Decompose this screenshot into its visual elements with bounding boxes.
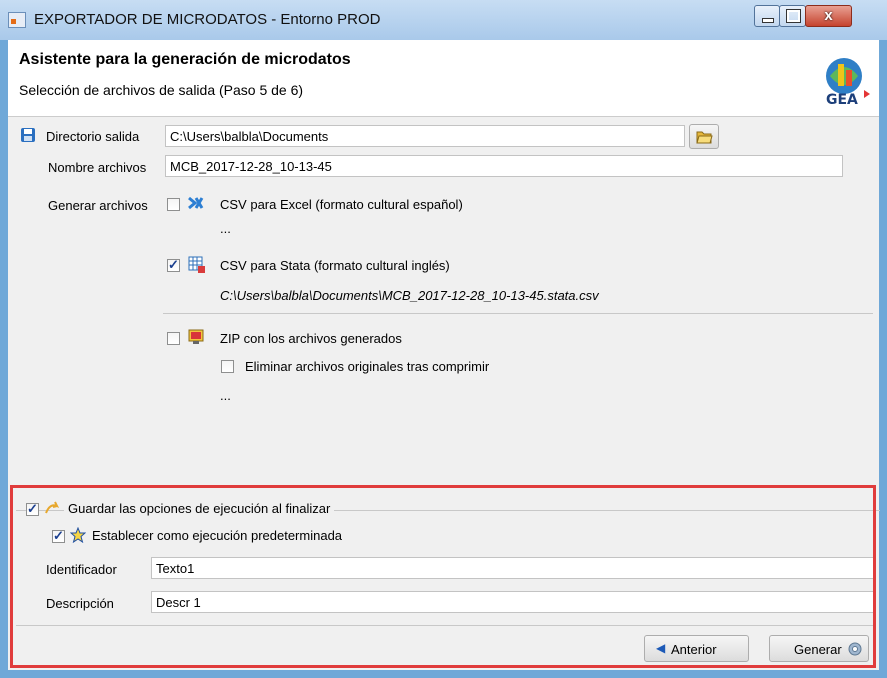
title-bar[interactable]: EXPORTADOR DE MICRODATOS - Entorno PROD … (0, 0, 887, 40)
csv-stata-output-path: C:\Users\balbla\Documents\MCB_2017-12-28… (220, 288, 599, 303)
delete-originals-checkbox[interactable] (221, 360, 234, 373)
csv-excel-detail: ... (220, 221, 231, 236)
maximize-icon (786, 9, 801, 23)
highlight-box (10, 485, 876, 668)
gea-logo: GEA (826, 58, 870, 108)
output-dir-input[interactable]: C:\Users\balbla\Documents (165, 125, 685, 147)
maximize-button[interactable] (779, 5, 806, 27)
zip-label: ZIP con los archivos generados (220, 331, 402, 346)
wizard-header: Asistente para la generación de microdat… (8, 40, 879, 117)
save-disk-icon (21, 128, 35, 142)
options-separator (163, 313, 873, 314)
file-name-input[interactable]: MCB_2017-12-28_10-13-45 (165, 155, 843, 177)
minimize-button[interactable] (754, 5, 780, 27)
generate-files-label: Generar archivos (48, 198, 148, 213)
wizard-step-subtitle: Selección de archivos de salida (Paso 5 … (19, 82, 304, 98)
zip-archive-icon (188, 329, 204, 344)
csv-excel-label: CSV para Excel (formato cultural español… (220, 197, 463, 212)
excel-icon (188, 196, 204, 210)
file-name-label: Nombre archivos (48, 160, 147, 175)
close-icon: x (824, 7, 833, 24)
wizard-client-area: Asistente para la generación de microdat… (8, 40, 880, 670)
minimize-icon (762, 18, 774, 23)
svg-text:GEA: GEA (826, 92, 858, 108)
output-dir-label: Directorio salida (46, 129, 140, 144)
window-title: EXPORTADOR DE MICRODATOS - Entorno PROD (34, 11, 381, 28)
csv-stata-label: CSV para Stata (formato cultural inglés) (220, 258, 450, 273)
folder-open-icon (696, 131, 713, 144)
app-window: EXPORTADOR DE MICRODATOS - Entorno PROD … (0, 0, 887, 678)
stata-table-icon (188, 256, 205, 273)
close-button[interactable]: x (805, 5, 852, 27)
csv-stata-checkbox[interactable] (167, 257, 180, 273)
csv-excel-checkbox[interactable] (167, 198, 180, 211)
browse-folder-button[interactable] (689, 124, 719, 149)
wizard-title: Asistente para la generación de microdat… (19, 51, 351, 68)
delete-originals-label: Eliminar archivos originales tras compri… (245, 359, 490, 374)
zip-checkbox[interactable] (167, 332, 180, 345)
app-icon (8, 12, 26, 28)
zip-detail: ... (220, 388, 231, 403)
